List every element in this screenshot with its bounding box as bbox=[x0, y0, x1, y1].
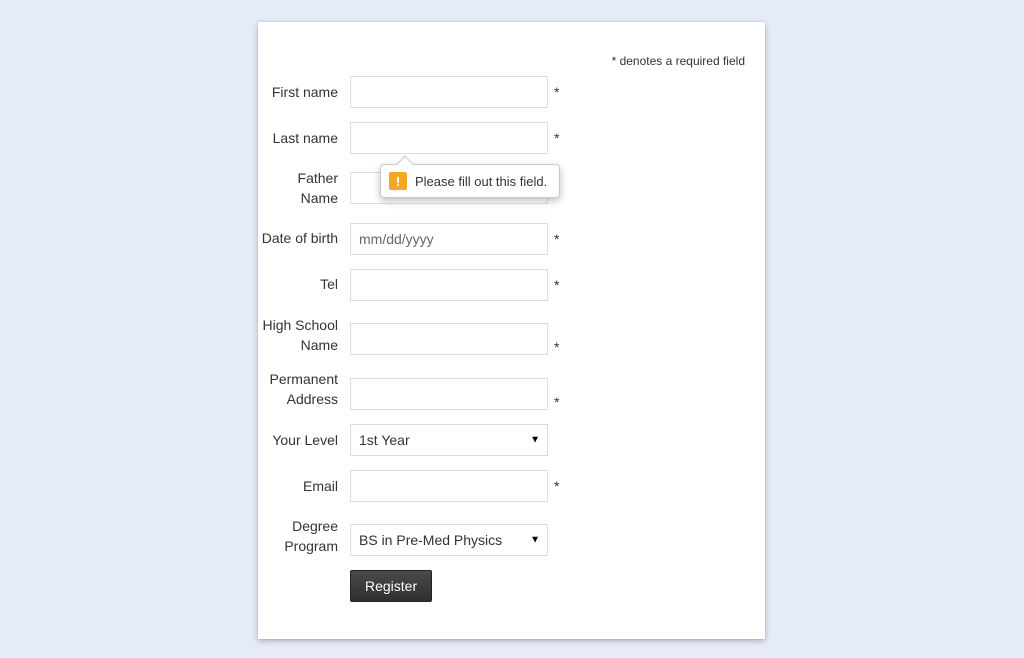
label-last-name: Last name bbox=[258, 128, 350, 148]
first-name-input[interactable] bbox=[350, 76, 548, 108]
label-level: Your Level bbox=[258, 430, 350, 450]
row-dob: Date of birth * bbox=[258, 223, 745, 255]
dob-input[interactable] bbox=[350, 223, 548, 255]
required-asterisk: * bbox=[548, 277, 562, 293]
label-first-name: First name bbox=[258, 82, 350, 102]
required-asterisk: * bbox=[548, 339, 562, 355]
required-asterisk: * bbox=[548, 394, 562, 410]
degree-select[interactable]: BS in Pre-Med Physics bbox=[350, 524, 548, 556]
required-asterisk: * bbox=[548, 84, 562, 100]
last-name-input[interactable] bbox=[350, 122, 548, 154]
label-address: Permanent Address bbox=[258, 369, 350, 410]
tooltip-arrow bbox=[397, 156, 414, 173]
label-father-name: Father Name bbox=[258, 168, 350, 209]
address-input[interactable] bbox=[350, 378, 548, 410]
row-degree: Degree Program BS in Pre-Med Physics ▼ bbox=[258, 516, 745, 557]
row-first-name: First name * bbox=[258, 76, 745, 108]
form-card: * denotes a required field First name * … bbox=[258, 22, 765, 639]
level-select[interactable]: 1st Year bbox=[350, 424, 548, 456]
label-highschool: High School Name bbox=[258, 315, 350, 356]
row-last-name: Last name * bbox=[258, 122, 745, 154]
required-field-note: * denotes a required field bbox=[612, 54, 745, 68]
required-asterisk: * bbox=[548, 231, 562, 247]
row-highschool: High School Name * bbox=[258, 315, 745, 356]
label-dob: Date of birth bbox=[258, 228, 350, 248]
tel-input[interactable] bbox=[350, 269, 548, 301]
row-address: Permanent Address * bbox=[258, 369, 745, 410]
row-level: Your Level 1st Year ▼ bbox=[258, 424, 745, 456]
email-input[interactable] bbox=[350, 470, 548, 502]
row-email: Email * bbox=[258, 470, 745, 502]
registration-form: First name * Last name * Father Name Dat… bbox=[258, 76, 765, 616]
row-submit: . Register bbox=[258, 570, 745, 602]
required-asterisk: * bbox=[548, 130, 562, 146]
register-button[interactable]: Register bbox=[350, 570, 432, 602]
row-tel: Tel * bbox=[258, 269, 745, 301]
label-tel: Tel bbox=[258, 274, 350, 294]
required-asterisk: * bbox=[548, 478, 562, 494]
highschool-input[interactable] bbox=[350, 323, 548, 355]
warning-icon: ! bbox=[389, 172, 407, 190]
label-email: Email bbox=[258, 476, 350, 496]
label-degree: Degree Program bbox=[258, 516, 350, 557]
tooltip-text: Please fill out this field. bbox=[415, 174, 547, 189]
validation-tooltip: ! Please fill out this field. bbox=[380, 164, 560, 198]
